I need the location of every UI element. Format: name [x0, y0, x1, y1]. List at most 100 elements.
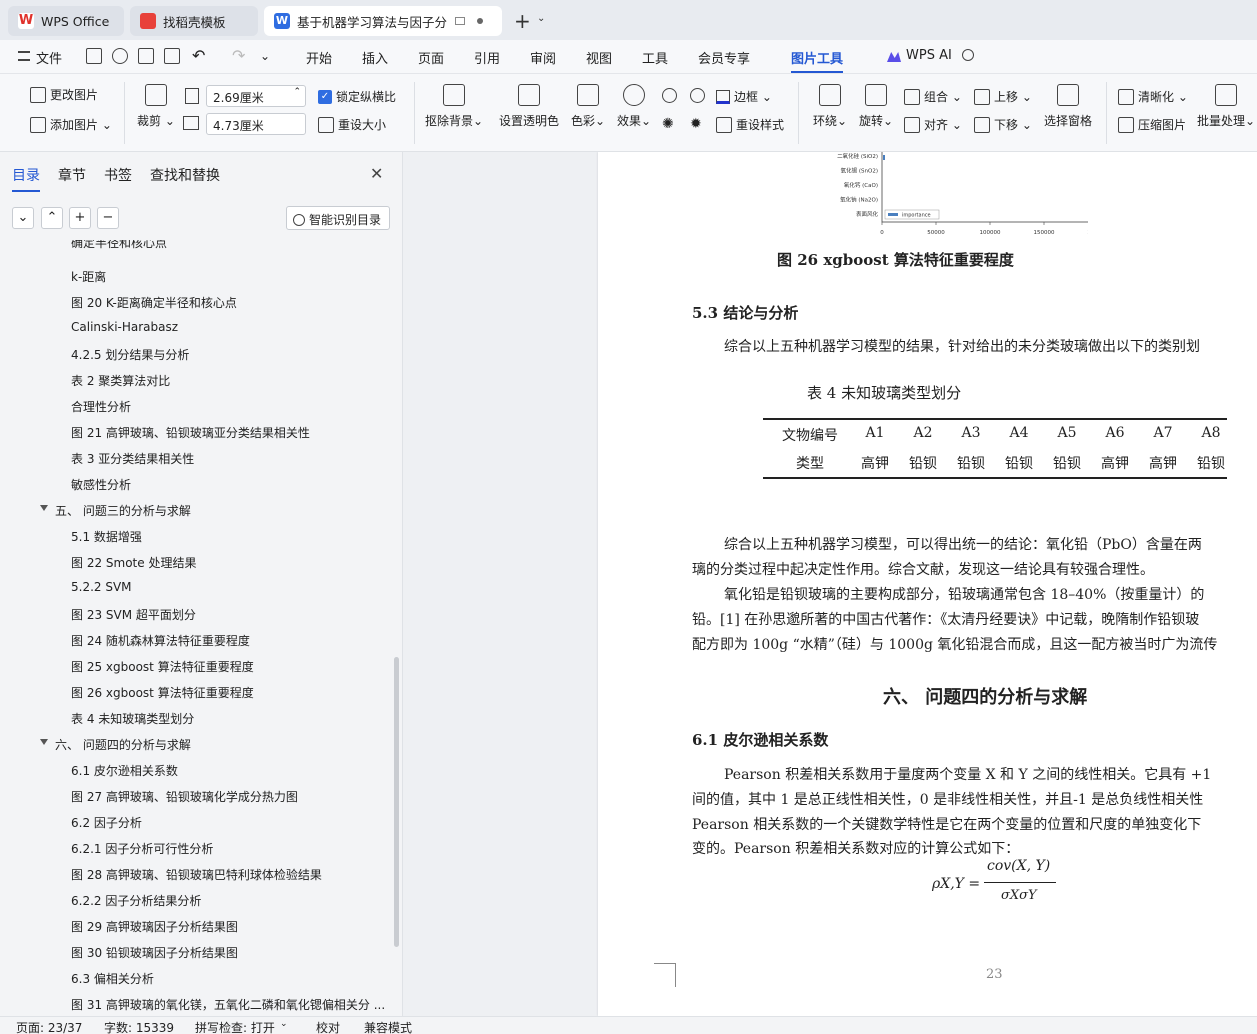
menu-home[interactable]: 开始 — [306, 48, 332, 67]
width-input[interactable]: 4.73厘米 — [206, 113, 306, 135]
menu-file[interactable]: 文件 — [36, 48, 62, 67]
batch-button[interactable]: 批量处理⌄ — [1196, 84, 1256, 129]
menu-view[interactable]: 视图 — [586, 48, 612, 67]
outline-item[interactable]: 图 27 高钾玻璃、铅钡玻璃化学成分热力图 — [71, 788, 298, 805]
menu-tools[interactable]: 工具 — [642, 48, 668, 67]
lock-ratio-checkbox[interactable]: ✓ 锁定纵横比 — [318, 88, 396, 105]
menu-picture-tools[interactable]: 图片工具 — [791, 48, 844, 73]
menu-page[interactable]: 页面 — [418, 48, 444, 67]
hamburger-icon[interactable] — [18, 51, 30, 61]
tab-chapter[interactable]: 章节 — [58, 165, 86, 185]
outline-item[interactable]: Calinski-Harabasz — [71, 320, 178, 334]
outline-item[interactable]: 5.2.2 SVM — [71, 580, 132, 594]
group-button[interactable]: 组合 ⌄ — [904, 88, 962, 105]
redo-icon[interactable]: ↷ — [232, 46, 245, 65]
outline-item[interactable]: 图 29 高钾玻璃因子分析结果图 — [71, 918, 238, 935]
brightness-up-icon[interactable]: ✺ — [662, 116, 674, 132]
undo-icon[interactable]: ↶ — [192, 46, 205, 65]
outline-item[interactable]: 确定半径和核心点 — [71, 240, 167, 251]
outline-item[interactable]: 表 3 亚分类结果相关性 — [71, 450, 194, 467]
tab-template[interactable]: 找稻壳模板 — [130, 6, 258, 36]
outline-chapter[interactable]: 六、 问题四的分析与求解 — [40, 736, 191, 753]
outline-item[interactable]: 5.1 数据增强 — [71, 528, 142, 545]
set-transparent-button[interactable]: 设置透明色 — [496, 84, 562, 129]
tab-bookmark[interactable]: 书签 — [104, 165, 132, 185]
more-icon[interactable]: ⌄ — [260, 49, 270, 63]
change-image-button[interactable]: 更改图片 — [30, 86, 98, 103]
outline-item[interactable]: 敏感性分析 — [71, 476, 131, 493]
outline-item[interactable]: 图 28 高钾玻璃、铅钡玻璃巴特利球体检验结果 — [71, 866, 322, 883]
send-backward-button[interactable]: 下移 ⌄ — [974, 116, 1032, 133]
outline-item[interactable]: 6.2.1 因子分析可行性分析 — [71, 840, 213, 857]
outline-chapter[interactable]: 五、 问题三的分析与求解 — [40, 502, 191, 519]
tab-toc[interactable]: 目录 — [12, 165, 40, 192]
chevron-down-icon[interactable]: ⌄ — [280, 1019, 288, 1029]
proofread[interactable]: 校对 — [316, 1019, 340, 1034]
new-tab-icon[interactable]: + — [514, 9, 531, 33]
menu-reference[interactable]: 引用 — [474, 48, 500, 67]
contrast-icon[interactable] — [690, 88, 705, 103]
outline-item[interactable]: 图 25 xgboost 算法特征重要程度 — [71, 658, 254, 675]
outline-item[interactable]: 图 20 K-距离确定半径和核心点 — [71, 294, 237, 311]
outline-item[interactable]: 图 26 xgboost 算法特征重要程度 — [71, 684, 254, 701]
add-heading-button[interactable]: + — [69, 207, 91, 229]
chevron-down-icon[interactable]: ⌄ — [537, 13, 545, 24]
scrollbar[interactable] — [394, 657, 399, 947]
outline-item[interactable]: 6.3 偏相关分析 — [71, 970, 154, 987]
outline-item[interactable]: 4.2.5 划分结果与分析 — [71, 346, 189, 363]
rotate-button[interactable]: 旋转⌄ — [846, 84, 906, 129]
reset-style-button[interactable]: 重设样式 — [716, 116, 784, 133]
border-button[interactable]: 边框 ⌄ — [716, 88, 772, 105]
outline-item[interactable]: 图 24 随机森林算法特征重要程度 — [71, 632, 250, 649]
print-preview-icon[interactable] — [164, 48, 180, 64]
menu-review[interactable]: 审阅 — [530, 48, 556, 67]
remove-heading-button[interactable]: − — [97, 207, 119, 229]
collapse-triangle-icon[interactable] — [40, 505, 48, 511]
reset-size-button[interactable]: 重设大小 — [318, 116, 386, 133]
spell-check[interactable]: 拼写检查: 打开 — [195, 1019, 275, 1034]
smart-toc-button[interactable]: 智能识别目录 — [286, 206, 390, 230]
menu-member[interactable]: 会员专享 — [698, 48, 750, 67]
outline-item[interactable]: 合理性分析 — [71, 398, 131, 415]
bring-forward-button[interactable]: 上移 ⌄ — [974, 88, 1032, 105]
outline-item[interactable]: 6.1 皮尔逊相关系数 — [71, 762, 178, 779]
expand-down-button[interactable]: ⌄ — [12, 207, 34, 229]
print-icon[interactable] — [138, 48, 154, 64]
add-image-button[interactable]: 添加图片 ⌄ — [30, 116, 112, 133]
brightness-down-icon[interactable]: ✹ — [690, 116, 702, 132]
outline-item[interactable]: 图 31 高钾玻璃的氧化镁，五氧化二磷和氧化锶偏相关分 ... — [71, 996, 385, 1013]
sharpen-button[interactable]: 清晰化 ⌄ — [1118, 88, 1188, 105]
export-icon[interactable] — [112, 48, 128, 64]
page-indicator[interactable]: 页面: 23/37 — [16, 1019, 82, 1034]
word-count[interactable]: 字数: 15339 — [104, 1019, 174, 1034]
outline-item[interactable]: 表 4 未知玻璃类型划分 — [71, 710, 194, 727]
search-icon[interactable] — [962, 49, 974, 61]
outline-item[interactable]: 表 2 聚类算法对比 — [71, 372, 170, 389]
compress-button[interactable]: 压缩图片 — [1118, 116, 1186, 133]
align-button[interactable]: 对齐 ⌄ — [904, 116, 962, 133]
height-input[interactable]: 2.69厘米 ⌃ — [206, 85, 306, 107]
tab-document[interactable]: W 基于机器学习算法与因子分析的 — [264, 6, 502, 36]
unsaved-dot-icon[interactable] — [477, 18, 483, 24]
collapse-up-button[interactable]: ⌃ — [41, 207, 63, 229]
tab-find-replace[interactable]: 查找和替换 — [150, 165, 220, 185]
outline-item[interactable]: 图 22 Smote 处理结果 — [71, 554, 196, 571]
brightness-icon[interactable] — [662, 88, 677, 103]
outline-item[interactable]: 图 23 SVM 超平面划分 — [71, 606, 196, 623]
menu-insert[interactable]: 插入 — [362, 48, 388, 67]
menu-wps-ai[interactable]: WPS AI — [906, 48, 952, 63]
crop-button[interactable]: 裁剪 ⌄ — [126, 84, 186, 129]
outline-item[interactable]: 图 30 铅钡玻璃因子分析结果图 — [71, 944, 238, 961]
remove-bg-button[interactable]: 抠除背景⌄ — [424, 84, 484, 129]
importance-chart-image[interactable]: 二氧化硅 (SiO2) 氧化锡 (SnO2) 氧化钙 (CaO) 氧化钠 (Na2O)… — [728, 152, 1088, 240]
outline-item[interactable]: k-距离 — [71, 268, 106, 285]
outline-item[interactable]: 6.2 因子分析 — [71, 814, 142, 831]
selection-pane-button[interactable]: 选择窗格 — [1038, 84, 1098, 129]
save-icon[interactable] — [86, 48, 102, 64]
page[interactable]: 二氧化硅 (SiO2) 氧化锡 (SnO2) 氧化钙 (CaO) 氧化钠 (Na2O)… — [598, 152, 1257, 1016]
outline-item[interactable]: 6.2.2 因子分析结果分析 — [71, 892, 201, 909]
outline-item[interactable]: 图 21 高钾玻璃、铅钡玻璃亚分类结果相关性 — [71, 424, 310, 441]
close-icon[interactable]: ✕ — [370, 164, 383, 183]
tab-wps-office[interactable]: W WPS Office — [8, 6, 124, 36]
effect-button[interactable]: 效果⌄ — [604, 84, 664, 129]
